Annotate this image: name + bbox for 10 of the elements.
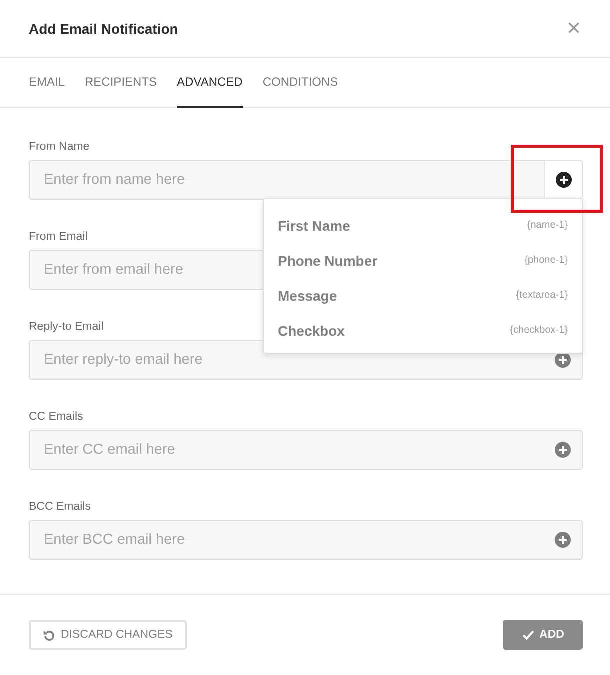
merge-tag: {textarea-1} bbox=[516, 290, 568, 301]
merge-tag: {name-1} bbox=[527, 220, 568, 231]
merge-tag: {phone-1} bbox=[524, 255, 568, 266]
field-label: BCC Emails bbox=[29, 501, 91, 513]
field-label: Reply-to Email bbox=[29, 321, 104, 333]
field-label: CC Emails bbox=[29, 411, 84, 423]
field-label: From Name bbox=[29, 141, 90, 153]
field-label: From Email bbox=[29, 231, 88, 243]
dialog-title: Add Email Notification bbox=[29, 20, 178, 36]
merge-tag: {checkbox-1} bbox=[510, 325, 568, 336]
